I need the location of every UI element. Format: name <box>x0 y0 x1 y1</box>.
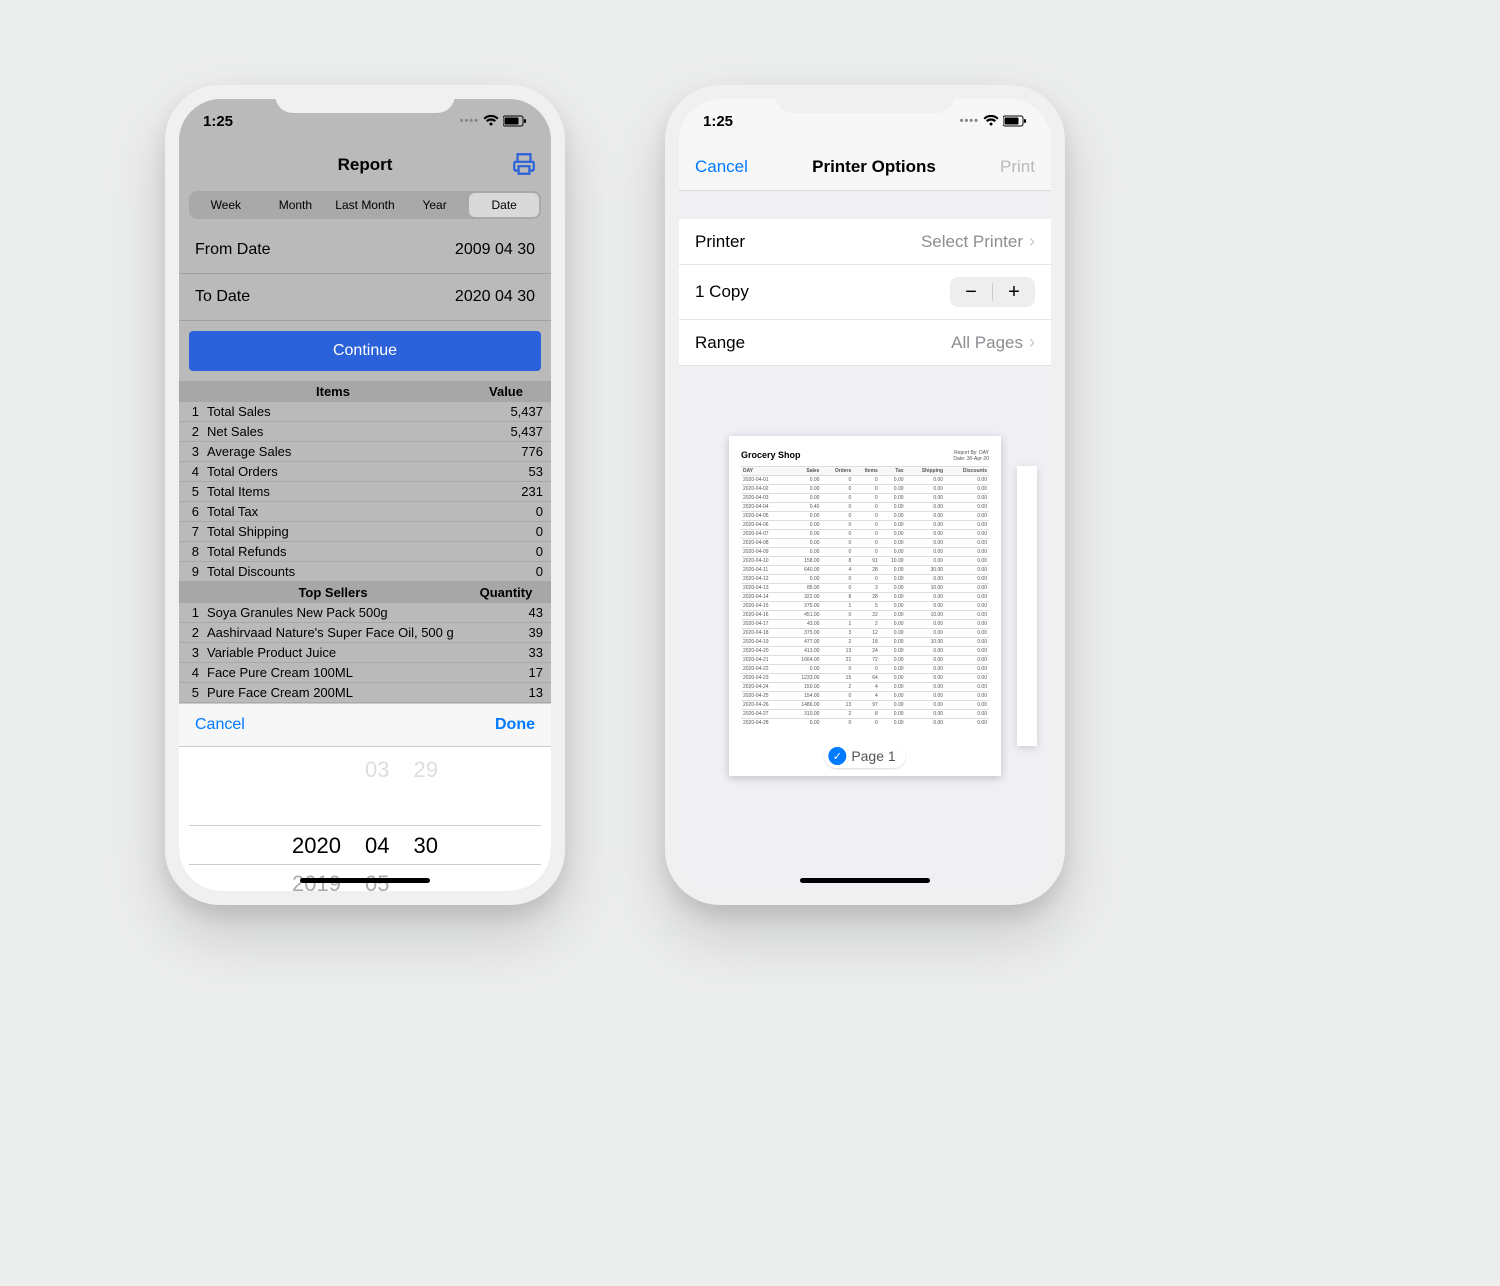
home-indicator[interactable] <box>800 878 930 883</box>
report-table: Items Value 1Total Sales5,4372Net Sales5… <box>179 381 551 703</box>
picker-done-button[interactable]: Done <box>495 716 535 734</box>
picker-cancel-button[interactable]: Cancel <box>195 716 245 734</box>
tab-last-month[interactable]: Last Month <box>330 193 400 217</box>
table-row: 3Variable Product Juice33 <box>179 643 551 663</box>
home-indicator[interactable] <box>300 878 430 883</box>
col-items: Items <box>205 384 461 399</box>
picker-day-column[interactable]: 28 29 30 <box>413 747 437 891</box>
tab-year[interactable]: Year <box>400 193 470 217</box>
status-indicators: •••• <box>960 115 1027 127</box>
to-date-row[interactable]: To Date 2020 04 30 <box>179 274 551 321</box>
printer-row[interactable]: Printer Select Printer › <box>679 219 1051 265</box>
print-icon <box>511 151 537 177</box>
nav-bar: Cancel Printer Options Print <box>679 143 1051 191</box>
copies-row: 1 Copy − + <box>679 265 1051 320</box>
screen-right: 1:25 •••• Cancel Printer Options Print P… <box>679 99 1051 891</box>
print-settings: Printer Select Printer › 1 Copy − + Rang… <box>679 219 1051 366</box>
page-indicator[interactable]: ✓ Page 1 <box>824 744 905 768</box>
status-indicators: •••• <box>460 115 527 127</box>
picker-month-column[interactable]: 02 03 04 05 06 07 <box>365 747 389 891</box>
tab-month[interactable]: Month <box>261 193 331 217</box>
col-top-sellers: Top Sellers <box>205 585 461 600</box>
page-title: Printer Options <box>812 157 936 177</box>
table-row: 3Average Sales776 <box>179 442 551 462</box>
cancel-button[interactable]: Cancel <box>695 157 748 177</box>
to-date-value: 2020 04 30 <box>455 288 535 306</box>
page-title: Report <box>338 155 393 175</box>
cell-dots-icon: •••• <box>960 115 979 127</box>
range-value: All Pages <box>951 333 1023 353</box>
table-row: 2Aashirvaad Nature's Super Face Oil, 500… <box>179 623 551 643</box>
checkmark-icon: ✓ <box>828 747 846 765</box>
printer-value: Select Printer <box>921 232 1023 252</box>
stepper-plus-button[interactable]: + <box>993 277 1035 307</box>
table-header-2: Top Sellers Quantity <box>179 582 551 603</box>
picker-year-column[interactable]: 2020 2019 2018 2017 <box>292 747 341 891</box>
table-row: 1Soya Granules New Pack 500g43 <box>179 603 551 623</box>
continue-button[interactable]: Continue <box>189 331 541 371</box>
battery-icon <box>1003 115 1027 127</box>
table-row: 9Total Discounts0 <box>179 562 551 582</box>
printer-label: Printer <box>695 232 745 252</box>
from-date-label: From Date <box>195 241 271 259</box>
preview-next-page-sliver[interactable] <box>1017 466 1037 746</box>
stepper-minus-button[interactable]: − <box>950 277 992 307</box>
copies-stepper: − + <box>950 277 1035 307</box>
notch <box>275 85 455 113</box>
range-label: Range <box>695 333 745 353</box>
tab-week[interactable]: Week <box>191 193 261 217</box>
cell-dots-icon: •••• <box>460 115 479 127</box>
status-time: 1:25 <box>703 113 733 130</box>
tab-date[interactable]: Date <box>469 193 539 217</box>
range-row[interactable]: Range All Pages › <box>679 320 1051 366</box>
preview-shop-name: Grocery Shop <box>741 450 801 460</box>
table-header: Items Value <box>179 381 551 402</box>
table-row: 1Total Sales5,437 <box>179 402 551 422</box>
table-row: 2Net Sales5,437 <box>179 422 551 442</box>
table-row: 4Face Pure Cream 100ML17 <box>179 663 551 683</box>
date-picker[interactable]: 2020 2019 2018 2017 02 03 04 05 06 07 28… <box>179 747 551 891</box>
status-time: 1:25 <box>203 113 233 130</box>
nav-bar: Report <box>179 143 551 187</box>
print-button[interactable] <box>511 151 537 182</box>
from-date-value: 2009 04 30 <box>455 241 535 259</box>
picker-toolbar: Cancel Done <box>179 703 551 747</box>
col-quantity: Quantity <box>461 585 551 600</box>
print-preview-area: Grocery Shop Report By: DAY Date: 30-Apr… <box>679 366 1051 891</box>
to-date-label: To Date <box>195 288 250 306</box>
table-row: 4Total Orders53 <box>179 462 551 482</box>
table-row: 8Total Refunds0 <box>179 542 551 562</box>
phone-right: 1:25 •••• Cancel Printer Options Print P… <box>665 85 1065 905</box>
preview-table: DAYSalesOrdersItemsTaxShippingDiscounts … <box>741 466 989 727</box>
col-value: Value <box>461 384 551 399</box>
print-button[interactable]: Print <box>1000 157 1035 177</box>
time-range-tabs: Week Month Last Month Year Date <box>189 191 541 219</box>
table-row: 5Pure Face Cream 200ML13 <box>179 683 551 703</box>
preview-page-1[interactable]: Grocery Shop Report By: DAY Date: 30-Apr… <box>729 436 1001 776</box>
table-row: 5Total Items231 <box>179 482 551 502</box>
from-date-row[interactable]: From Date 2009 04 30 <box>179 227 551 274</box>
page-label: Page 1 <box>851 748 895 764</box>
screen-left: 1:25 •••• Report Week Month Last Month Y… <box>179 99 551 891</box>
phone-left: 1:25 •••• Report Week Month Last Month Y… <box>165 85 565 905</box>
copies-label: 1 Copy <box>695 282 749 302</box>
chevron-right-icon: › <box>1029 332 1035 353</box>
spacer <box>679 191 1051 219</box>
wifi-icon <box>483 115 499 127</box>
notch <box>775 85 955 113</box>
table-row: 7Total Shipping0 <box>179 522 551 542</box>
battery-icon <box>503 115 527 127</box>
wifi-icon <box>983 115 999 127</box>
table-row: 6Total Tax0 <box>179 502 551 522</box>
chevron-right-icon: › <box>1029 231 1035 252</box>
